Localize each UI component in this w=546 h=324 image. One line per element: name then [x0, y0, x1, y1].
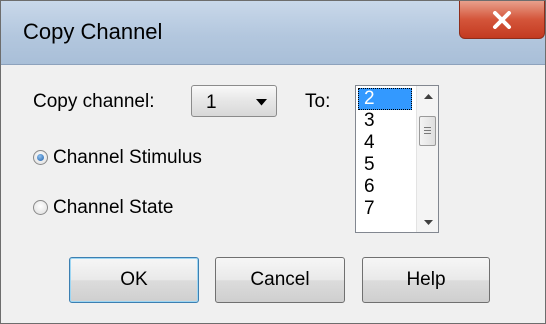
scroll-up-button[interactable]: [417, 86, 438, 106]
list-item[interactable]: 2: [358, 88, 412, 110]
ok-button[interactable]: OK: [69, 257, 199, 303]
copy-channel-dropdown[interactable]: 1: [191, 85, 277, 117]
list-item[interactable]: 7: [358, 198, 412, 220]
grip-line: [424, 130, 431, 131]
channel-state-radio[interactable]: [33, 200, 48, 215]
grip-line: [424, 133, 431, 134]
grip-line: [424, 127, 431, 128]
vertical-scrollbar[interactable]: [416, 86, 438, 232]
to-channel-list: 234567: [358, 88, 412, 220]
list-item[interactable]: 3: [358, 110, 412, 132]
help-button[interactable]: Help: [362, 257, 490, 303]
copy-channel-dialog: Copy Channel Copy channel: 1 To: 234567: [0, 0, 546, 324]
list-item[interactable]: 5: [358, 154, 412, 176]
channel-stimulus-radio[interactable]: [33, 150, 48, 165]
arrow-up-icon: [423, 93, 433, 99]
to-label: To:: [305, 91, 331, 112]
scroll-thumb[interactable]: [419, 116, 436, 146]
chevron-down-icon: [256, 99, 267, 106]
list-item[interactable]: 6: [358, 176, 412, 198]
copy-channel-label: Copy channel:: [33, 91, 155, 112]
channel-stimulus-label[interactable]: Channel Stimulus: [53, 147, 202, 169]
copy-channel-selected-value: 1: [206, 92, 217, 113]
channel-state-label[interactable]: Channel State: [53, 197, 173, 219]
radio-selected-dot: [37, 154, 44, 161]
list-item[interactable]: 4: [358, 132, 412, 154]
cancel-button[interactable]: Cancel: [215, 257, 345, 303]
title-bar[interactable]: Copy Channel: [1, 1, 545, 65]
close-button[interactable]: [459, 1, 545, 39]
arrow-down-icon: [423, 219, 433, 225]
scroll-down-button[interactable]: [417, 212, 438, 232]
close-icon: [493, 10, 511, 29]
to-channel-listbox[interactable]: 234567: [355, 85, 439, 233]
window-title: Copy Channel: [23, 19, 163, 44]
